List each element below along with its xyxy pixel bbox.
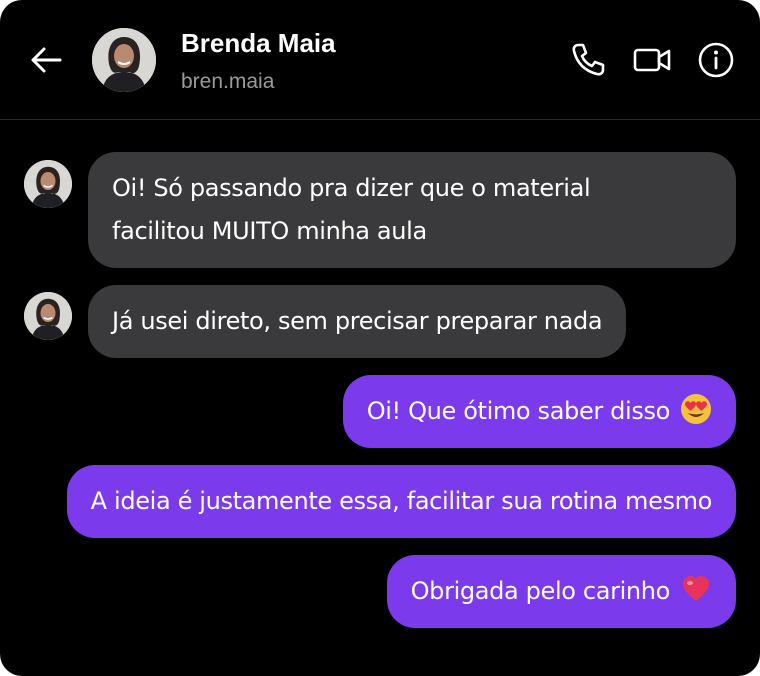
contact-name: Brenda Maia — [181, 28, 336, 58]
back-arrow-icon — [31, 47, 62, 73]
contact-handle: bren.maia — [181, 70, 275, 93]
message-text-line: Oi! Só passando pra dizer que o material — [112, 174, 591, 202]
message-avatar[interactable] — [24, 160, 72, 208]
message-text: Oi! Que ótimo saber disso — [366, 397, 671, 425]
heart-emoji-icon — [683, 576, 709, 601]
video-camera-icon — [633, 48, 671, 72]
message-text: A ideia é justamente essa, facilitar sua… — [90, 487, 713, 515]
back-button[interactable] — [26, 42, 66, 82]
message-text: Obrigada pelo carinho — [410, 577, 671, 605]
phone-icon — [572, 43, 605, 76]
message-bubble-incoming[interactable]: Já usei direto, sem precisar preparar na… — [88, 285, 627, 358]
voice-call-button[interactable] — [568, 40, 608, 80]
heart-eyes-emoji-icon — [681, 394, 711, 424]
info-button[interactable] — [696, 40, 736, 80]
contact-avatar[interactable] — [92, 28, 156, 92]
message-avatar[interactable] — [24, 292, 72, 340]
message-text: Já usei direto, sem precisar preparar na… — [112, 307, 603, 335]
info-icon — [698, 42, 734, 78]
message-bubble-outgoing[interactable]: A ideia é justamente essa, facilitar sua… — [66, 465, 736, 538]
message-text-line: facilitou MUITO minha aula — [112, 217, 427, 245]
chat-window: Brenda Maia bren.maia Oi! Só passando pr… — [0, 0, 760, 676]
message-bubble-outgoing[interactable]: Oi! Que ótimo saber disso — [342, 375, 736, 448]
message-bubble-incoming[interactable]: Oi! Só passando pra dizer que o material… — [88, 152, 736, 268]
message-bubble-outgoing[interactable]: Obrigada pelo carinho — [386, 555, 736, 628]
chat-header: Brenda Maia bren.maia — [0, 0, 760, 120]
video-call-button[interactable] — [632, 40, 672, 80]
